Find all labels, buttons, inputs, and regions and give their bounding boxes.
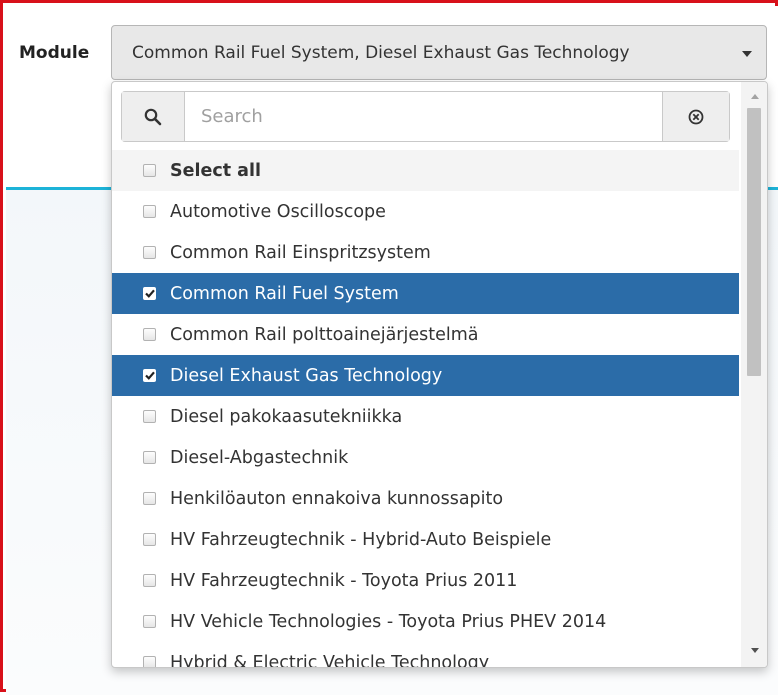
checkbox[interactable] xyxy=(143,451,156,464)
clear-search-button[interactable] xyxy=(662,92,729,141)
option-label: Hybrid & Electric Vehicle Technology xyxy=(170,652,490,668)
option-label: Select all xyxy=(170,160,261,181)
checkbox[interactable] xyxy=(143,574,156,587)
search-group xyxy=(121,91,730,142)
options-list: Select all Automotive Oscilloscope Common … xyxy=(112,150,739,668)
list-item[interactable]: Hybrid & Electric Vehicle Technology xyxy=(112,642,739,668)
list-item[interactable]: Diesel-Abgastechnik xyxy=(112,437,739,478)
search-icon xyxy=(122,92,185,141)
checkbox[interactable] xyxy=(143,656,156,667)
scroll-up-arrow-icon[interactable] xyxy=(751,94,759,99)
option-label: Automotive Oscilloscope xyxy=(170,201,386,222)
checkbox[interactable] xyxy=(143,246,156,259)
list-item[interactable]: Automotive Oscilloscope xyxy=(112,191,739,232)
checkbox[interactable] xyxy=(143,205,156,218)
list-item[interactable]: HV Fahrzeugtechnik - Hybrid-Auto Beispie… xyxy=(112,519,739,560)
list-item[interactable]: HV Fahrzeugtechnik - Toyota Prius 2011 xyxy=(112,560,739,601)
caret-down-icon xyxy=(742,51,752,57)
search-input[interactable] xyxy=(185,92,662,141)
option-label: Diesel Exhaust Gas Technology xyxy=(170,365,443,386)
checkbox[interactable] xyxy=(143,615,156,628)
checkbox[interactable] xyxy=(143,410,156,423)
select-all-option[interactable]: Select all xyxy=(112,150,739,191)
option-label: Diesel-Abgastechnik xyxy=(170,447,349,468)
module-dropdown-menu: Select all Automotive Oscilloscope Common … xyxy=(111,81,768,668)
option-label: Henkilöauton ennakoiva kunnossapito xyxy=(170,488,504,509)
list-item[interactable]: Common Rail polttoainejärjestelmä xyxy=(112,314,739,355)
list-item[interactable]: HV Vehicle Technologies - Toyota Prius P… xyxy=(112,601,739,642)
option-label: HV Fahrzeugtechnik - Toyota Prius 2011 xyxy=(170,570,518,591)
checkbox[interactable] xyxy=(143,533,156,546)
checked-checkbox[interactable] xyxy=(143,287,156,300)
checkbox[interactable] xyxy=(143,328,156,341)
checkmark-icon xyxy=(144,289,155,298)
option-label: Common Rail Einspritzsystem xyxy=(170,242,431,263)
list-item[interactable]: Diesel pakokaasutekniikka xyxy=(112,396,739,437)
option-label: HV Fahrzeugtechnik - Hybrid-Auto Beispie… xyxy=(170,529,552,550)
option-label: Common Rail polttoainejärjestelmä xyxy=(170,324,479,345)
module-selected-text: Common Rail Fuel System, Diesel Exhaust … xyxy=(132,42,630,63)
list-item[interactable]: Diesel Exhaust Gas Technology xyxy=(112,355,739,396)
dropdown-scrollbar[interactable] xyxy=(741,82,767,667)
checkbox[interactable] xyxy=(143,492,156,505)
scrollbar-thumb[interactable] xyxy=(747,108,761,376)
checkmark-icon xyxy=(144,371,155,380)
option-label: Common Rail Fuel System xyxy=(170,283,399,304)
checkbox[interactable] xyxy=(143,164,156,177)
screenshot-frame: Module Common Rail Fuel System, Diesel E… xyxy=(0,0,778,695)
module-label: Module xyxy=(19,43,90,63)
list-item[interactable]: Henkilöauton ennakoiva kunnossapito xyxy=(112,478,739,519)
clear-circle-icon xyxy=(688,109,704,124)
option-label: Diesel pakokaasutekniikka xyxy=(170,406,403,427)
list-item[interactable]: Common Rail Fuel System xyxy=(112,273,739,314)
scroll-down-arrow-icon[interactable] xyxy=(751,648,759,653)
checked-checkbox[interactable] xyxy=(143,369,156,382)
option-label: HV Vehicle Technologies - Toyota Prius P… xyxy=(170,611,607,632)
module-multiselect-button[interactable]: Common Rail Fuel System, Diesel Exhaust … xyxy=(111,25,767,80)
list-item[interactable]: Common Rail Einspritzsystem xyxy=(112,232,739,273)
